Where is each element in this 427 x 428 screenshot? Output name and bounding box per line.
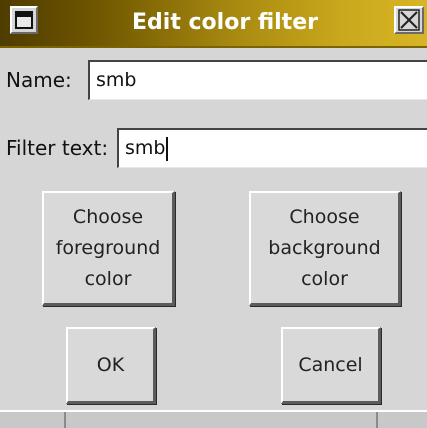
title-bar[interactable]: Edit color filter — [0, 0, 427, 48]
edit-color-filter-dialog: Edit color filter Name: smb Filter text:… — [0, 0, 427, 428]
close-icon — [398, 9, 420, 31]
choose-background-color-label: Choose background color — [268, 205, 381, 290]
choose-foreground-color-button[interactable]: Choose foreground color — [42, 191, 175, 306]
name-label: Name: — [6, 68, 72, 92]
name-field[interactable]: smb — [88, 60, 427, 100]
cancel-button[interactable]: Cancel — [281, 327, 381, 404]
filter-text-label: Filter text: — [6, 136, 109, 160]
choose-foreground-color-label: Choose foreground color — [55, 205, 161, 290]
window-menu-button[interactable] — [10, 6, 38, 34]
bottom-divider — [64, 412, 66, 428]
text-cursor — [166, 136, 169, 161]
window-title: Edit color filter — [132, 10, 318, 35]
bottom-divider — [376, 412, 378, 428]
name-field-value: smb — [96, 69, 137, 91]
ok-button[interactable]: OK — [66, 327, 156, 404]
filter-text-field[interactable]: smb — [117, 128, 427, 168]
close-button[interactable] — [394, 6, 424, 34]
bottom-border — [0, 410, 427, 428]
ok-button-label: OK — [96, 353, 125, 376]
choose-background-color-button[interactable]: Choose background color — [249, 191, 401, 306]
window-menu-icon — [15, 11, 33, 29]
filter-text-value: smb — [125, 137, 166, 159]
cancel-button-label: Cancel — [298, 353, 363, 376]
